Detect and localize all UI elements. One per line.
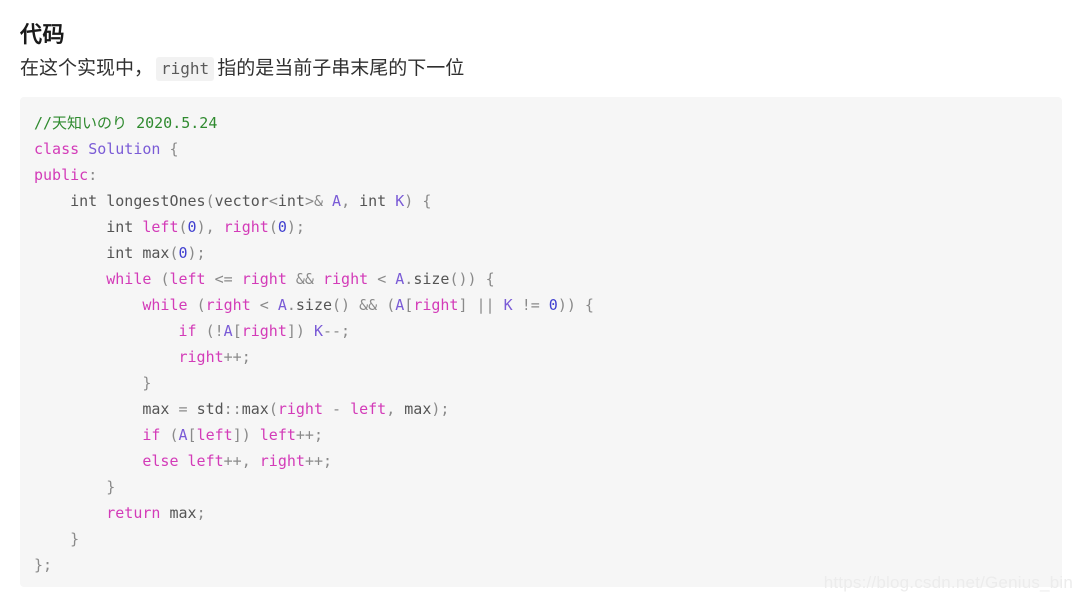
inline-code-right: right (156, 57, 215, 81)
article-page: 代码 在这个实现中， right 指的是当前子串末尾的下一位 //天知いのり 202… (0, 0, 1083, 597)
intro-paragraph: 在这个实现中， right 指的是当前子串末尾的下一位 (20, 52, 464, 86)
code-content: //天知いのり 2020.5.24 class Solution { publi… (34, 114, 594, 574)
page-title: 代码 (20, 22, 66, 48)
paragraph-text-before: 在这个实现中， (20, 58, 154, 79)
watermark: https://blog.csdn.net/Genius_bin (823, 573, 1073, 592)
paragraph-text-after: 指的是当前子串末尾的下一位 (217, 58, 465, 79)
code-block[interactable]: //天知いのり 2020.5.24 class Solution { publi… (20, 97, 1062, 587)
